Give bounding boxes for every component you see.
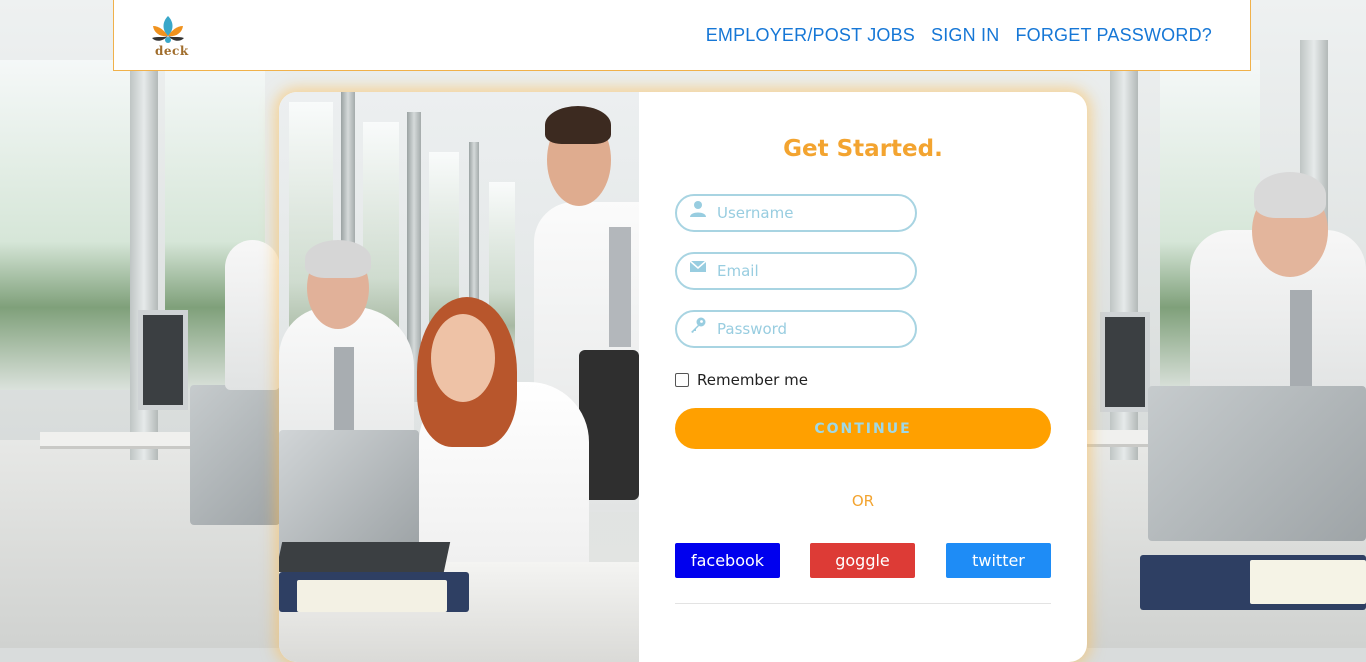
bg-paper [1250, 560, 1366, 604]
facebook-button[interactable]: facebook [675, 543, 780, 578]
photo-tie [334, 347, 354, 437]
password-input[interactable] [717, 312, 907, 346]
bg-person-hair [1254, 172, 1326, 218]
bg-laptop [190, 385, 280, 525]
photo-laptop-base [279, 542, 451, 572]
photo-person-hair [305, 240, 371, 278]
password-field[interactable] [675, 310, 917, 348]
bg-monitor [138, 310, 188, 410]
logo-text: deck [155, 44, 189, 58]
top-header: deck EMPLOYER/POST JOBS SIGN IN FORGET P… [113, 0, 1251, 71]
envelope-icon [689, 260, 707, 272]
bg-tie [1290, 290, 1312, 390]
bg-monitor [1100, 312, 1150, 412]
bg-window [0, 60, 130, 390]
remember-checkbox[interactable] [675, 373, 689, 387]
or-separator: OR [851, 492, 875, 510]
bg-laptop [1148, 386, 1366, 541]
form-divider [675, 603, 1051, 604]
twitter-button[interactable]: twitter [946, 543, 1051, 578]
photo-person-head [431, 314, 495, 402]
email-field[interactable] [675, 252, 917, 290]
remember-me[interactable]: Remember me [675, 371, 808, 389]
google-button[interactable]: goggle [810, 543, 915, 578]
email-input[interactable] [717, 254, 907, 288]
username-input[interactable] [717, 196, 907, 230]
photo-tie [609, 227, 631, 347]
username-field[interactable] [675, 194, 917, 232]
remember-label: Remember me [697, 371, 808, 389]
photo-paper [297, 580, 447, 612]
key-icon [691, 317, 706, 333]
form-title: Get Started. [783, 136, 943, 162]
nav-forget-password[interactable]: FORGET PASSWORD? [1015, 25, 1212, 46]
office-photo [279, 92, 639, 662]
continue-button[interactable]: CONTINUE [675, 408, 1051, 449]
nav-sign-in[interactable]: SIGN IN [931, 25, 999, 46]
signup-card: Get Started. Remember [279, 92, 1087, 662]
bg-person [225, 240, 280, 390]
user-icon [690, 201, 706, 217]
photo-person-hair [545, 106, 611, 144]
signup-form: Get Started. Remember [639, 92, 1087, 662]
top-nav: EMPLOYER/POST JOBS SIGN IN FORGET PASSWO… [706, 25, 1212, 46]
nav-employer-post-jobs[interactable]: EMPLOYER/POST JOBS [706, 25, 915, 46]
